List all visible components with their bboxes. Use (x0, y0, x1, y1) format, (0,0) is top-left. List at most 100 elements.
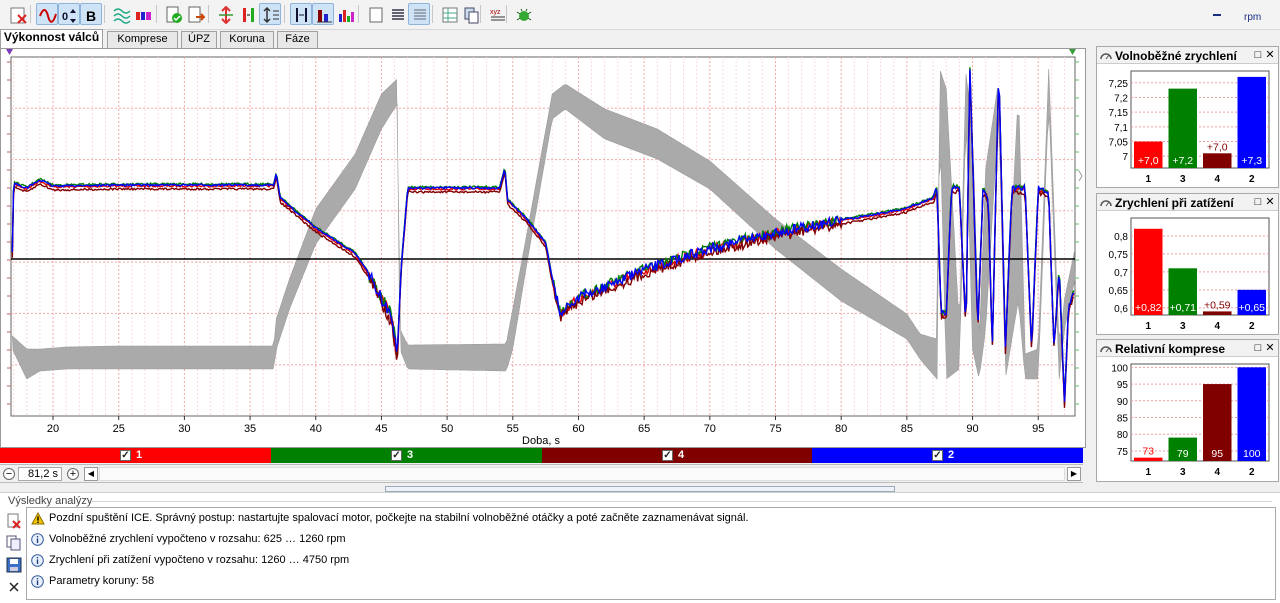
time-scrollbar[interactable] (99, 467, 1065, 481)
bar-chart: 0,8 0,75 0,7 0,65 0,6 +0,82 1 +0,71 3 +0,59 4 +0,65… (1109, 217, 1270, 332)
toolbar-separator (156, 5, 157, 23)
scroll-left-icon[interactable]: ◀ (84, 467, 98, 481)
cursor-icon[interactable] (290, 3, 312, 25)
vertical-fit-icon[interactable] (259, 3, 281, 25)
zoom-out-icon[interactable]: − (3, 468, 15, 480)
restore-icon[interactable]: □ (1253, 343, 1263, 354)
channel-checkbox[interactable]: ✓ (120, 450, 131, 461)
close-icon[interactable]: ✕ (1265, 197, 1275, 208)
column-icon[interactable] (312, 3, 334, 25)
panel-title: Volnoběžné zrychlení (1115, 49, 1237, 63)
zoom-in-icon[interactable]: + (67, 468, 79, 480)
channel-3[interactable]: ✓ 3 (271, 448, 542, 463)
category-label: 1 (1145, 174, 1151, 185)
info-icon (31, 554, 44, 567)
y-tick-label: 90 (1117, 397, 1129, 408)
y-tick-label: 0,65 (1109, 286, 1129, 297)
scale-icon[interactable]: 0 (58, 3, 80, 25)
warning-icon (31, 511, 45, 525)
y-tick-label: 0,7 (1114, 268, 1128, 279)
svg-text:0: 0 (62, 11, 68, 23)
channel-checkbox[interactable]: ✓ (932, 450, 943, 461)
clear-results-icon[interactable] (6, 513, 22, 529)
category-label: 4 (1214, 174, 1220, 185)
column-icon (317, 10, 332, 23)
y-tick-label: 7,25 (1109, 79, 1129, 90)
close-icon[interactable] (6, 579, 22, 595)
y-tick-label: 7,15 (1109, 108, 1129, 119)
bars-icon[interactable] (132, 3, 154, 25)
table-icon (442, 7, 458, 23)
bold-icon[interactable]: B (80, 3, 102, 25)
x-tick-label: 40 (310, 423, 322, 435)
bar-2 (1237, 367, 1266, 461)
grid-icon[interactable] (408, 3, 430, 25)
save-icon[interactable] (6, 557, 22, 573)
waves-icon[interactable] (110, 3, 132, 25)
y-tick-label: 75 (1117, 447, 1129, 458)
main-chart[interactable]: 20 25 30 35 40 45 50 55 60 65 70 75 80 85 90 95 Doba, s (0, 48, 1086, 448)
report-icon[interactable]: xyz (486, 3, 508, 25)
channel-checkbox[interactable]: ✓ (662, 450, 673, 461)
tab-cylinder-performance[interactable]: Výkonnost válců (0, 29, 103, 48)
bar-1 (1134, 457, 1163, 461)
marker-icon[interactable] (237, 3, 259, 25)
tab-compression[interactable]: Komprese (107, 31, 178, 48)
restore-icon[interactable]: □ (1253, 197, 1263, 208)
restore-icon[interactable]: □ (1253, 50, 1263, 61)
main-chart-svg[interactable]: 20 25 30 35 40 45 50 55 60 65 70 75 80 85 90 95 Doba, s (1, 49, 1085, 447)
blank-page-icon[interactable] (364, 3, 386, 25)
toolbar-separator (104, 5, 105, 23)
close-icon[interactable]: ✕ (1265, 50, 1275, 61)
x-tick-label: 50 (441, 423, 453, 435)
tab-upz[interactable]: ÚPZ (181, 31, 217, 48)
close-icon[interactable]: ✕ (1265, 343, 1275, 354)
bug-icon[interactable] (512, 3, 534, 25)
pages-icon[interactable] (460, 3, 482, 25)
panel-title: Zrychlení při zatížení (1115, 196, 1234, 210)
unit-label: rpm (1244, 12, 1262, 23)
svg-text:B: B (86, 8, 96, 24)
bar-value-label: +7,0 (1207, 141, 1228, 153)
panel-idle-acceleration: Volnoběžné zrychlení □ ✕ 7,25 7,2 7,15 7,1 7… (1096, 46, 1279, 188)
svg-text:xyz: xyz (490, 9, 501, 16)
table-icon[interactable] (438, 3, 460, 25)
close-file-icon[interactable] (6, 3, 28, 25)
blank-page-icon (369, 7, 383, 23)
toolbar: 0 Bxyz rpm (0, 0, 1280, 30)
copy-icon[interactable] (6, 535, 22, 551)
channel-checkbox[interactable]: ✓ (391, 450, 402, 461)
x-tick-label: 35 (244, 423, 256, 435)
lines-icon[interactable] (386, 3, 408, 25)
doc-arrow-icon[interactable] (184, 3, 206, 25)
channel-2[interactable]: ✓ 2 (812, 448, 1083, 463)
channel-label: 1 (136, 449, 143, 461)
bar-value-label: +0,65 (1238, 302, 1265, 314)
doc-check-icon[interactable] (162, 3, 184, 25)
minus-icon[interactable] (1213, 14, 1221, 16)
y-tick-label: 7,1 (1114, 123, 1128, 134)
wave-icon[interactable] (36, 3, 58, 25)
vertical-fit-icon (263, 6, 279, 24)
vertical-cursor-icon[interactable] (214, 3, 236, 25)
x-tick-label: 60 (572, 423, 584, 435)
bar-value-label: +0,71 (1169, 302, 1196, 314)
lines-icon (392, 9, 404, 20)
info-icon (31, 575, 44, 588)
left-marker-icon[interactable] (6, 49, 13, 55)
time-value[interactable]: 81,2 s (18, 467, 62, 481)
tab-crown[interactable]: Koruna (220, 31, 274, 48)
info-icon (31, 533, 44, 546)
scroll-up-icon[interactable] (1078, 170, 1083, 182)
channel-4[interactable]: ✓ 4 (542, 448, 812, 463)
toolbar-separator (358, 5, 359, 23)
channel-1[interactable]: ✓ 1 (0, 448, 271, 463)
right-marker-icon[interactable] (1069, 49, 1076, 55)
channel-label: 4 (678, 449, 685, 461)
scroll-right-icon[interactable]: ▶ (1067, 467, 1081, 481)
panel-load-acceleration: Zrychlení při zatížení □ ✕ 0,8 0,75 0,7 0,6… (1096, 193, 1279, 335)
tab-phase[interactable]: Fáze (277, 31, 318, 48)
x-tick-label: 85 (901, 423, 913, 435)
bar-chart: 7,25 7,2 7,15 7,1 7,05 7 +7,0 1 +7,2 3 +7,0 4 +7,3 2 (1109, 70, 1270, 185)
bar-chart-icon[interactable] (334, 3, 356, 25)
